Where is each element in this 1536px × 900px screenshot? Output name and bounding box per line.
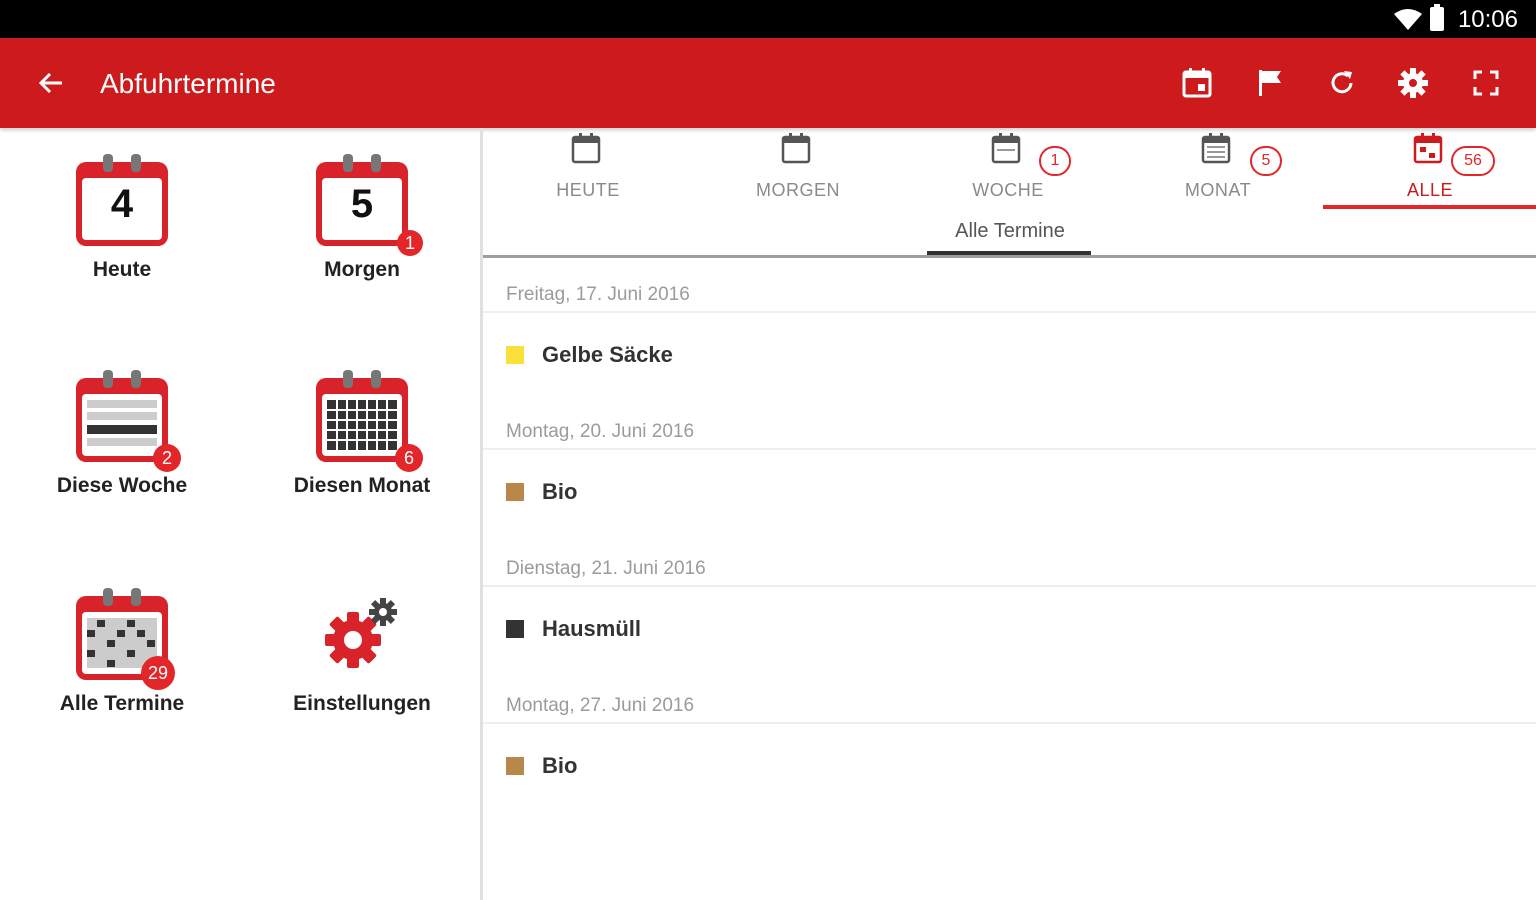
tile-label: Morgen [324,258,400,281]
tile-number: 4 [110,182,134,226]
tile-label: Alle Termine [59,692,185,715]
date-header: Dienstag, 21. Juni 2016 [506,558,706,579]
waste-type-name: Gelbe Säcke [542,342,673,367]
tile-label: Diesen Monat [293,474,431,497]
appointment-list: Freitag, 17. Juni 2016 Gelbe Säcke Monta… [483,258,1536,806]
tile-heute[interactable]: 4 Heute [22,152,222,282]
tab-label: ALLE [1406,180,1454,200]
date-header: Montag, 27. Juni 2016 [506,695,695,716]
calendar-icon [571,133,601,164]
calendar-month-icon [1201,133,1231,164]
subtab-alle-termine[interactable]: Alle Termine [929,220,1091,243]
waste-type-swatch [506,346,524,364]
date-group: Montag, 20. Juni 2016 Bio [483,395,1536,532]
tab-label: MONAT [1184,180,1252,200]
tab-label: MORGEN [756,180,840,200]
tab-label: HEUTE [556,180,620,200]
waste-type-name: Bio [542,479,578,504]
tile-diese-woche[interactable]: 2 Diese Woche [22,368,222,498]
waste-type-name: Hausmüll [542,616,642,641]
date-group: Freitag, 17. Juni 2016 Gelbe Säcke [483,258,1536,395]
calendar-all-icon: 29 [73,586,183,698]
date-group: Montag, 27. Juni 2016 Bio [483,669,1536,806]
status-bar: 10:06 [0,0,1536,38]
waste-type-swatch [506,620,524,638]
divider [483,585,1536,587]
tile-label: Diese Woche [56,474,188,497]
tile-morgen[interactable]: 5 1 Morgen [262,152,462,282]
tab-monat[interactable]: MONAT 5 [1113,128,1323,208]
tab-morgen[interactable]: MORGEN [693,128,903,208]
refresh-icon[interactable] [1325,66,1359,100]
app-toolbar: Abfuhrtermine [0,38,1536,128]
waste-type-name: Bio [542,753,578,778]
fullscreen-icon[interactable] [1469,66,1503,100]
divider [483,311,1536,313]
subtab-indicator [927,251,1091,255]
tile-number: 5 [350,182,374,226]
range-tabs: HEUTE MORGEN WOCHE 1 MONAT 5 ALLE 56 All… [483,128,1536,258]
tab-heute[interactable]: HEUTE [483,128,693,208]
tile-label: Einstellungen [293,692,431,715]
active-tab-indicator [1323,205,1536,209]
gears-icon [313,586,411,684]
tab-alle[interactable]: ALLE 56 [1325,128,1535,208]
wifi-icon [1394,9,1422,30]
waste-type-swatch [506,757,524,775]
tile-label: Heute [92,258,152,281]
waste-type-swatch [506,483,524,501]
shortcut-grid: 4 Heute 5 1 Morgen 2 Diese Woche 6 Diese… [0,128,480,900]
tile-einstellungen[interactable]: Einstellungen [262,586,462,716]
date-header: Montag, 20. Juni 2016 [506,421,695,442]
tile-diesen-monat[interactable]: 6 Diesen Monat [262,368,462,498]
calendar-icon [781,133,811,164]
count-badge: 1 [1039,146,1071,176]
divider [483,448,1536,450]
calendar-week-icon [991,133,1021,164]
date-group: Dienstag, 21. Juni 2016 Hausmüll [483,532,1536,669]
date-header: Freitag, 17. Juni 2016 [506,284,690,305]
calendar-day-icon: 4 [73,152,171,250]
back-arrow-icon[interactable] [36,68,66,98]
calendar-all-icon [1413,133,1443,164]
divider [483,722,1536,724]
calendar-month-icon: 6 [313,368,429,478]
count-badge: 5 [1250,146,1282,176]
toolbar-title: Abfuhrtermine [100,68,276,99]
battery-icon [1430,4,1444,31]
tab-woche[interactable]: WOCHE 1 [903,128,1113,208]
tile-alle-termine[interactable]: 29 Alle Termine [22,586,222,716]
count-badge: 56 [1451,146,1495,176]
calendar-day-icon: 5 1 [313,152,429,262]
calendar-today-icon[interactable] [1180,66,1214,100]
flag-icon[interactable] [1253,66,1287,100]
settings-gear-icon[interactable] [1396,66,1430,100]
clock: 10:06 [1457,6,1518,33]
tab-label: WOCHE [972,180,1044,200]
calendar-week-icon: 2 [73,368,187,478]
